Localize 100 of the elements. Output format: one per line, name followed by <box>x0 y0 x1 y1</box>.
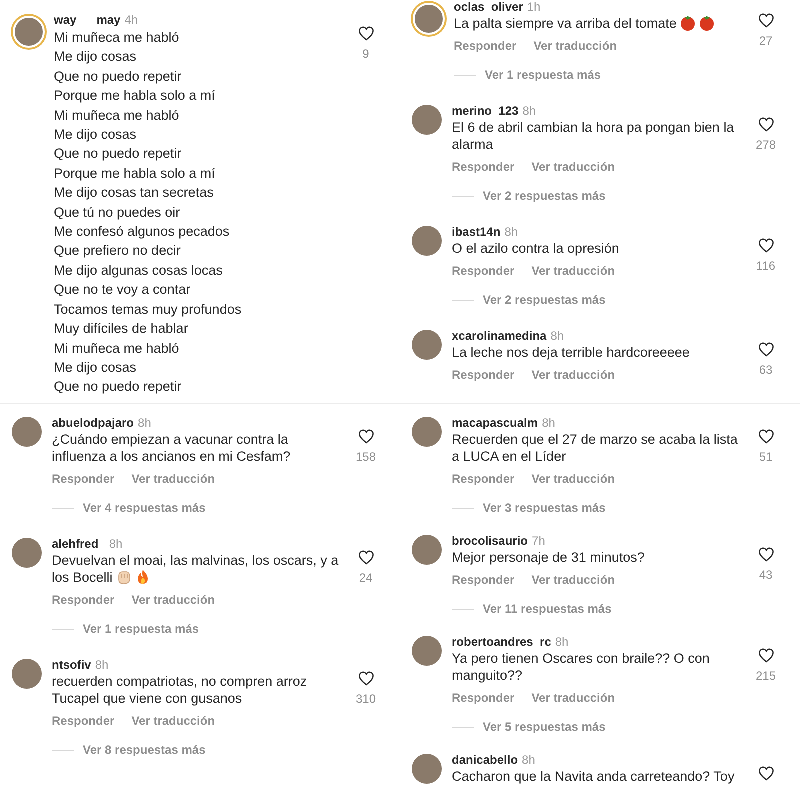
view-replies-link[interactable]: Ver 2 respuestas más <box>483 188 606 204</box>
username[interactable]: danicabello <box>452 753 518 767</box>
translate-link[interactable]: Ver traducción <box>132 713 216 729</box>
like-count: 158 <box>356 450 376 464</box>
heart-icon[interactable] <box>358 671 374 686</box>
username[interactable]: alehfred_ <box>52 537 106 551</box>
translate-link[interactable]: Ver traducción <box>132 471 216 487</box>
like-count: 215 <box>756 669 776 683</box>
translate-link[interactable]: Ver traducción <box>532 159 616 175</box>
heart-icon[interactable] <box>758 547 774 562</box>
username[interactable]: ibast14n <box>452 225 501 239</box>
like-count: 63 <box>759 363 773 377</box>
reply-link[interactable]: Responder <box>452 572 515 588</box>
avatar[interactable] <box>412 535 442 565</box>
username[interactable]: xcarolinamedina <box>452 329 547 343</box>
username[interactable]: oclas_oliver <box>454 0 524 14</box>
view-replies-link[interactable]: Ver 1 respuesta más <box>83 621 200 637</box>
like-count: 278 <box>756 138 776 152</box>
username[interactable]: merino_123 <box>452 104 519 118</box>
translate-link[interactable]: Ver traducción <box>532 572 616 588</box>
comment-text: La leche nos deja terrible hardcoreeeee <box>452 344 691 361</box>
username[interactable]: macapascualm <box>452 416 538 430</box>
like-count: 310 <box>356 692 376 706</box>
timestamp: 8h <box>95 658 109 672</box>
translate-link[interactable]: Ver traducción <box>532 367 616 383</box>
comment-text: El 6 de abril cambian la hora pa pongan bien la alarma <box>452 119 736 153</box>
view-replies-link[interactable]: Ver 5 respuestas más <box>483 719 606 735</box>
comment-text: Mi muñeca me habló Me dijo cosas Que no puedo repetir Porque me habla solo a mí Mi muñeca me habló Me dijo cosas Que no puedo repetir Porque me habla solo a mí Me dijo cosas tan secretas Que tú no puedes oir Me confesó algunos pecados Que prefiero no decir Me dijo algunas cosas locas Que no te voy a contar Tocamos temas muy profundos Muy difíciles de hablar Mi muñeca me habló Me dijo cosas Que no puedo repetir <box>54 29 243 396</box>
tomato-icon <box>698 15 715 31</box>
translate-link[interactable]: Ver traducción <box>132 592 216 608</box>
comment-text: O el azilo contra la opresión <box>452 240 620 257</box>
heart-icon[interactable] <box>758 342 774 357</box>
avatar[interactable] <box>12 417 42 447</box>
translate-link[interactable]: Ver traducción <box>532 471 616 487</box>
timestamp: 8h <box>138 416 152 430</box>
username[interactable]: robertoandres_rc <box>452 635 552 649</box>
like-count: 9 <box>362 47 370 61</box>
timestamp: 8h <box>504 225 518 239</box>
heart-icon[interactable] <box>758 429 774 444</box>
comment-text: Devuelvan el moai, las malvinas, los oscars, y a los Bocelli <box>52 552 340 586</box>
heart-icon[interactable] <box>358 429 374 444</box>
translate-link[interactable]: Ver traducción <box>532 690 616 706</box>
reply-link[interactable]: Responder <box>452 367 515 383</box>
tomato-icon <box>680 15 696 31</box>
like-count: 24 <box>359 571 373 585</box>
fist-icon <box>116 569 132 585</box>
avatar[interactable] <box>412 105 442 135</box>
timestamp: 8h <box>542 416 556 430</box>
heart-icon[interactable] <box>758 238 774 253</box>
reply-link[interactable]: Responder <box>452 263 515 279</box>
view-replies-link[interactable]: Ver 8 respuestas más <box>83 742 206 758</box>
reply-link[interactable]: Responder <box>52 592 115 608</box>
avatar[interactable] <box>13 16 45 48</box>
heart-icon[interactable] <box>758 117 774 132</box>
view-replies-link[interactable]: Ver 11 respuestas más <box>483 601 612 617</box>
view-replies-link[interactable]: Ver 4 respuestas más <box>83 500 206 516</box>
timestamp: 4h <box>124 13 138 27</box>
avatar[interactable] <box>412 417 442 447</box>
view-replies-link[interactable]: Ver 2 respuestas más <box>483 292 606 308</box>
heart-icon[interactable] <box>358 550 374 565</box>
username[interactable]: way___may <box>54 13 121 27</box>
reply-link[interactable]: Responder <box>452 690 515 706</box>
timestamp: 8h <box>555 635 569 649</box>
timestamp: 8h <box>109 537 123 551</box>
translate-link[interactable]: Ver traducción <box>534 38 618 54</box>
reply-link[interactable]: Responder <box>452 471 515 487</box>
comment-text: Mejor personaje de 31 minutos? <box>452 549 646 566</box>
view-replies-link[interactable]: Ver 1 respuesta más <box>485 67 602 83</box>
comment-text: Cacharon que la Navita anda carreteando? Toy <box>452 768 736 785</box>
heart-icon[interactable] <box>758 766 774 781</box>
avatar[interactable] <box>412 330 442 360</box>
reply-link[interactable]: Responder <box>52 713 115 729</box>
like-count: 116 <box>756 259 776 273</box>
like-count: 43 <box>759 568 773 582</box>
comment-text: recuerden compatriotas, no compren arroz Tucapel que viene con gusanos <box>52 673 308 707</box>
timestamp: 8h <box>550 329 564 343</box>
timestamp: 7h <box>532 534 546 548</box>
timestamp: 1h <box>527 0 541 14</box>
avatar[interactable] <box>12 659 42 689</box>
reply-link[interactable]: Responder <box>454 38 517 54</box>
comment-text: ¿Cuándo empiezan a vacunar contra la influenza a los ancianos en mi Cesfam? <box>52 431 292 465</box>
heart-icon[interactable] <box>758 13 774 28</box>
avatar[interactable] <box>412 226 442 256</box>
username[interactable]: abuelodpajaro <box>52 416 134 430</box>
avatar[interactable] <box>412 636 442 666</box>
translate-link[interactable]: Ver traducción <box>532 263 616 279</box>
avatar[interactable] <box>413 3 445 35</box>
reply-link[interactable]: Responder <box>452 159 515 175</box>
timestamp: 8h <box>522 753 536 767</box>
heart-icon[interactable] <box>758 648 774 663</box>
comment-text: La palta siempre va arriba del tomate <box>454 15 746 32</box>
like-count: 51 <box>759 450 773 464</box>
avatar[interactable] <box>412 754 442 784</box>
avatar[interactable] <box>12 538 42 568</box>
reply-link[interactable]: Responder <box>52 471 115 487</box>
username[interactable]: ntsofiv <box>52 658 92 672</box>
timestamp: 8h <box>522 104 536 118</box>
view-replies-link[interactable]: Ver 3 respuestas más <box>483 500 606 516</box>
username[interactable]: brocolisaurio <box>452 534 528 548</box>
heart-icon[interactable] <box>358 26 374 41</box>
